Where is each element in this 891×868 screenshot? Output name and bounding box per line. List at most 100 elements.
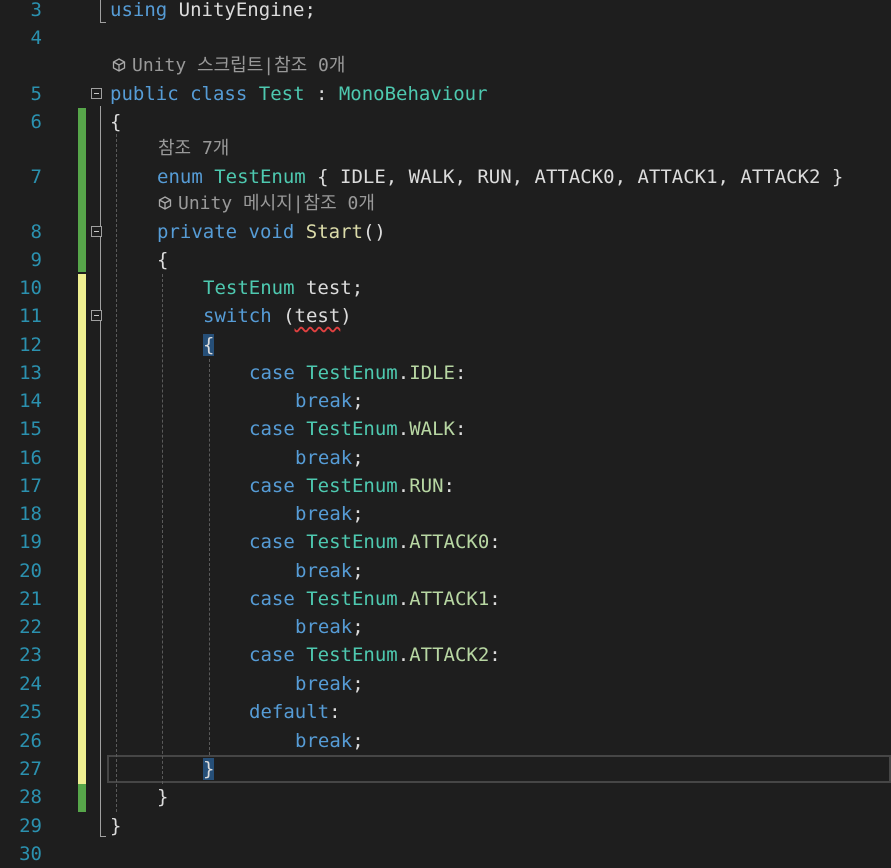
- collapse-toggle-icon[interactable]: [91, 310, 102, 321]
- using-block-bracket: [100, 0, 106, 23]
- code-editor[interactable]: 3 using UnityEngine; 4 5 public class Test :…: [0, 0, 891, 865]
- code-line[interactable]: case TestEnum.ATTACK0:: [249, 528, 501, 556]
- code-line[interactable]: case TestEnum.RUN:: [249, 472, 455, 500]
- code-token: .: [397, 475, 410, 497]
- code-line[interactable]: case TestEnum.ATTACK2:: [249, 641, 501, 669]
- code-line[interactable]: default:: [249, 698, 341, 726]
- code-token: ;: [352, 730, 364, 752]
- line-number: 4: [30, 27, 42, 49]
- code-token: TestEnum: [306, 418, 398, 440]
- code-token: class: [190, 83, 248, 105]
- code-token: case: [249, 644, 295, 666]
- code-token: :: [454, 362, 467, 384]
- outline-line: [100, 240, 101, 800]
- line-number: 12: [19, 334, 42, 356]
- code-token: :: [489, 588, 501, 610]
- code-token: Start: [305, 221, 363, 243]
- code-token: (: [271, 305, 295, 327]
- code-token: break: [295, 503, 353, 525]
- codelens-text: Unity 스크립트|참조 0개: [132, 55, 346, 76]
- code-line[interactable]: break;: [295, 444, 364, 472]
- code-line[interactable]: }: [203, 755, 215, 783]
- code-token: WALK: [409, 418, 455, 440]
- code-token: .: [397, 362, 410, 384]
- code-line[interactable]: case TestEnum.WALK:: [249, 415, 466, 443]
- code-line[interactable]: using UnityEngine;: [110, 0, 316, 24]
- code-line[interactable]: break;: [295, 500, 364, 528]
- code-token: :: [329, 701, 341, 723]
- line-number: 23: [19, 644, 42, 666]
- code-token: {: [110, 111, 122, 133]
- code-token: TestEnum: [203, 277, 295, 299]
- codelens-hint[interactable]: 참조 7개: [158, 136, 229, 162]
- code-token: void: [248, 221, 295, 243]
- line-number: 26: [19, 730, 42, 752]
- code-token: test;: [294, 277, 364, 299]
- code-token: ): [340, 305, 352, 327]
- line-number: 7: [30, 166, 42, 188]
- code-token: :: [304, 83, 339, 105]
- code-token: MonoBehaviour: [338, 83, 488, 105]
- code-line[interactable]: TestEnum test;: [203, 274, 363, 302]
- code-token: switch: [203, 305, 272, 327]
- code-token: ;: [352, 503, 364, 525]
- code-token: ;: [352, 616, 364, 638]
- code-line[interactable]: break;: [295, 670, 364, 698]
- code-token: .: [397, 418, 410, 440]
- code-token: ;: [352, 673, 364, 695]
- saved-change-bar: [78, 784, 86, 812]
- code-line[interactable]: private void Start(): [157, 218, 386, 246]
- code-token: :: [489, 531, 501, 553]
- collapse-toggle-icon[interactable]: [91, 88, 102, 99]
- codelens-hint[interactable]: Unity 메시지|참조 0개: [158, 191, 375, 217]
- code-line[interactable]: break;: [295, 557, 364, 585]
- code-line[interactable]: }: [157, 783, 168, 811]
- code-line[interactable]: case TestEnum.ATTACK1:: [249, 585, 501, 613]
- codelens-hint[interactable]: Unity 스크립트|참조 0개: [112, 53, 345, 79]
- code-line[interactable]: }: [110, 812, 121, 840]
- code-token: UnityEngine;: [167, 0, 316, 21]
- code-token: private: [157, 221, 238, 243]
- line-number: 11: [19, 305, 42, 327]
- code-token: {: [157, 249, 169, 271]
- code-token: break: [295, 673, 353, 695]
- code-token: RUN: [409, 475, 444, 497]
- code-line[interactable]: break;: [295, 613, 364, 641]
- line-number: 10: [19, 277, 42, 299]
- code-token: enum: [157, 166, 203, 188]
- code-token: case: [249, 588, 295, 610]
- code-token: .: [397, 531, 410, 553]
- code-line[interactable]: case TestEnum.IDLE:: [249, 359, 466, 387]
- line-number: 5: [30, 83, 42, 105]
- code-token: default: [249, 701, 330, 723]
- code-token: TestEnum: [306, 475, 398, 497]
- unity-cube-icon: [112, 54, 126, 72]
- line-number: 28: [19, 786, 42, 808]
- code-token: TestEnum: [306, 362, 398, 384]
- code-line[interactable]: {: [157, 246, 168, 274]
- code-line[interactable]: break;: [295, 727, 364, 755]
- line-number: 27: [19, 758, 42, 780]
- code-token: ;: [352, 390, 364, 412]
- code-line[interactable]: enum TestEnum { IDLE, WALK, RUN, ATTACK0…: [157, 163, 843, 191]
- code-line[interactable]: switch (test): [203, 302, 352, 330]
- code-token: break: [295, 560, 353, 582]
- code-token: public: [110, 83, 179, 105]
- code-line[interactable]: {: [203, 331, 215, 359]
- line-number: 17: [19, 475, 42, 497]
- line-number: 20: [19, 560, 42, 582]
- code-line[interactable]: {: [110, 108, 121, 136]
- code-token: break: [295, 390, 353, 412]
- code-token: break: [295, 447, 353, 469]
- code-line[interactable]: public class Test : MonoBehaviour: [110, 80, 488, 108]
- code-token: TestEnum: [306, 531, 398, 553]
- code-token: TestEnum: [306, 644, 398, 666]
- code-line[interactable]: break;: [295, 387, 364, 415]
- collapse-toggle-icon[interactable]: [91, 226, 102, 237]
- unity-cube-icon: [158, 192, 172, 210]
